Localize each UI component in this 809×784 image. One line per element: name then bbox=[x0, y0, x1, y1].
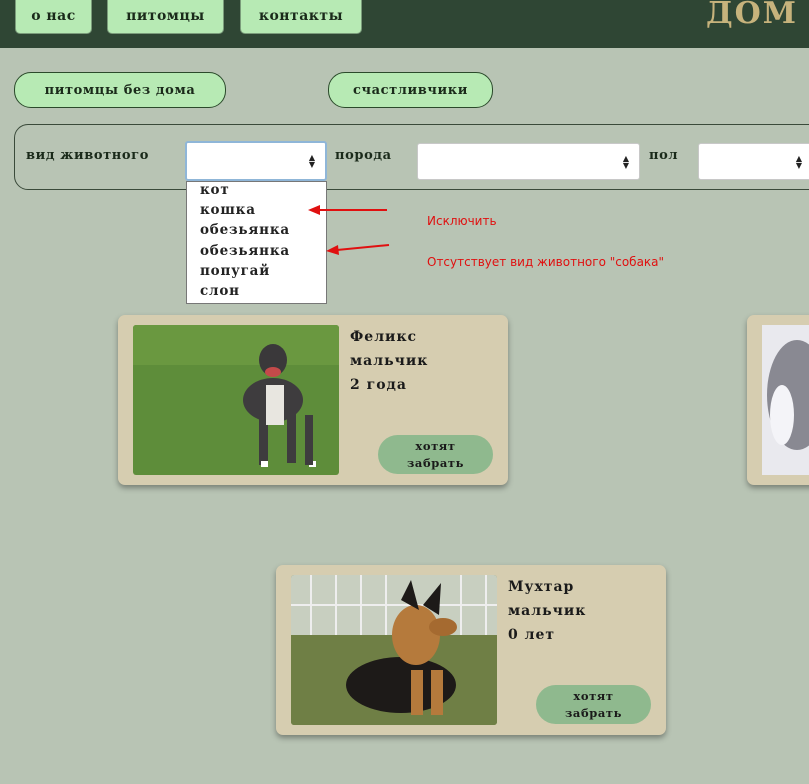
arrow-head-icon bbox=[326, 245, 339, 255]
pet-photo-icon bbox=[762, 325, 809, 475]
pet-card[interactable]: Мухтар мальчик 0 лет хотят забрать bbox=[276, 565, 666, 735]
nav-contacts-button[interactable]: контакты bbox=[240, 0, 362, 34]
pet-name: Феликс bbox=[350, 329, 418, 345]
arrow-head-icon bbox=[308, 205, 320, 215]
nav-about-button[interactable]: о нас bbox=[15, 0, 92, 34]
pet-age: 0 лет bbox=[508, 627, 556, 643]
breed-label: порода bbox=[335, 148, 392, 163]
top-navigation-bar: о нас питомцы контакты ДОМ П bbox=[0, 0, 809, 48]
site-title: ДОМ П bbox=[706, 0, 809, 31]
sex-select[interactable]: ▲ ▼ bbox=[698, 143, 809, 180]
dropdown-option[interactable]: кошка bbox=[200, 202, 256, 218]
happy-pets-button[interactable]: счастливчики bbox=[328, 72, 493, 108]
select-arrows-icon: ▲ ▼ bbox=[795, 153, 802, 170]
pet-name: Мухтар bbox=[508, 579, 575, 595]
breed-select[interactable]: ▲ ▼ bbox=[417, 143, 640, 180]
pet-card[interactable]: Феликс мальчик 2 года хотят забрать bbox=[118, 315, 508, 485]
pet-age: 2 года bbox=[350, 377, 407, 393]
select-arrows-icon: ▲ ▼ bbox=[308, 153, 315, 169]
pet-sex: мальчик bbox=[508, 603, 587, 619]
nav-pets-button[interactable]: питомцы bbox=[107, 0, 224, 34]
sex-label: пол bbox=[649, 148, 679, 163]
adopt-button[interactable]: хотят забрать bbox=[536, 685, 651, 724]
pet-card-partial[interactable] bbox=[747, 315, 809, 485]
dropdown-option[interactable]: слон bbox=[200, 283, 240, 299]
select-arrows-icon: ▲ ▼ bbox=[622, 153, 629, 170]
pet-sex: мальчик bbox=[350, 353, 429, 369]
dropdown-option[interactable]: попугай bbox=[200, 263, 270, 279]
annotation-arrows bbox=[308, 205, 390, 255]
adopt-button[interactable]: хотят забрать bbox=[378, 435, 493, 474]
animal-type-select[interactable]: ▲ ▼ bbox=[185, 141, 327, 181]
annotation-missing-dog: Отсутствует вид животного "собака" bbox=[427, 255, 665, 269]
dropdown-option[interactable]: обезьянка bbox=[200, 222, 290, 238]
animal-type-label: вид животного bbox=[26, 148, 150, 163]
annotation-exclude: Исключить bbox=[427, 214, 497, 228]
dropdown-option[interactable]: кот bbox=[200, 182, 230, 198]
puppy-photo-icon bbox=[291, 575, 497, 725]
homeless-pets-button[interactable]: питомцы без дома bbox=[14, 72, 226, 108]
dropdown-option[interactable]: обезьянка bbox=[200, 243, 290, 259]
dog-photo-icon bbox=[133, 325, 339, 475]
